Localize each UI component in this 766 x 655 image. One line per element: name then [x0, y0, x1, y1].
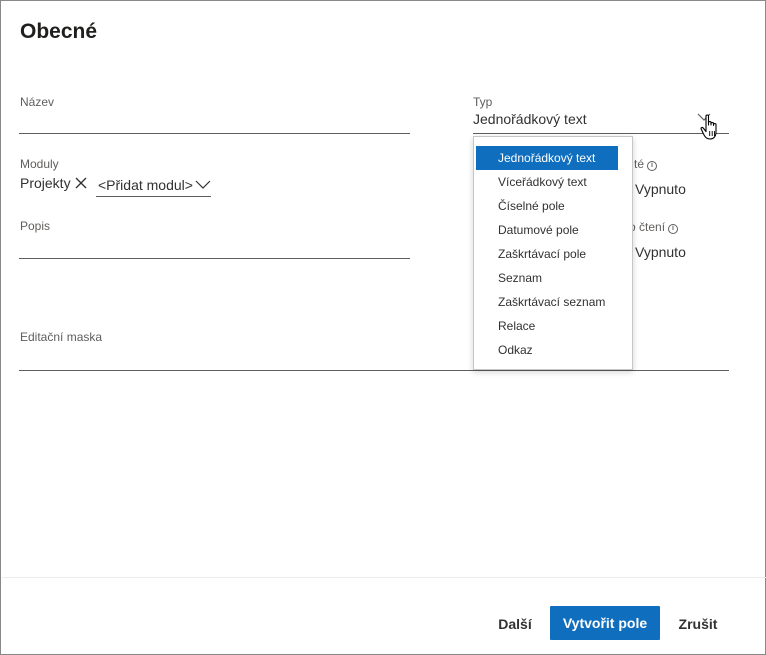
- info-icon[interactable]: i: [668, 224, 679, 234]
- type-select-value[interactable]: Jednořádkový text: [473, 111, 587, 127]
- edit-mask-input[interactable]: [19, 370, 729, 371]
- type-option-relation[interactable]: Relace: [474, 314, 618, 338]
- type-option-multi-line[interactable]: Víceřádkový text: [474, 170, 618, 194]
- name-input[interactable]: [19, 133, 410, 134]
- required-label-text: té: [634, 157, 645, 171]
- type-option-date[interactable]: Datumové pole: [474, 218, 618, 242]
- readonly-toggle-value[interactable]: Vypnuto: [635, 244, 686, 260]
- type-dropdown-list: Jednořádkový text Víceřádkový text Čísel…: [473, 136, 633, 370]
- dialog-title: Obecné: [20, 20, 98, 43]
- type-label: Typ: [473, 95, 493, 109]
- modules-label: Moduly: [20, 157, 59, 171]
- add-module-placeholder: <Přidat modul>: [98, 176, 193, 193]
- next-button[interactable]: Další: [485, 607, 545, 641]
- description-input[interactable]: [19, 258, 410, 259]
- required-label: té i: [634, 157, 658, 171]
- edit-mask-label: Editační maska: [20, 330, 103, 344]
- add-module-select[interactable]: <Přidat modul>: [96, 173, 211, 197]
- close-icon[interactable]: [74, 176, 88, 190]
- info-icon[interactable]: i: [647, 161, 658, 171]
- module-tag-projekty: Projekty: [20, 175, 88, 191]
- readonly-label-text: o čtení: [629, 220, 666, 234]
- footer-divider: [2, 577, 766, 578]
- type-option-link[interactable]: Odkaz: [474, 338, 618, 362]
- required-toggle-value[interactable]: Vypnuto: [635, 181, 686, 197]
- hand-pointer-icon: [700, 114, 717, 140]
- type-option-checkbox[interactable]: Zaškrtávací pole: [474, 242, 618, 266]
- create-field-dialog: Obecné Název Typ Jednořádkový text Modul…: [0, 0, 766, 655]
- type-option-number[interactable]: Číselné pole: [474, 194, 618, 218]
- type-option-list[interactable]: Seznam: [474, 266, 618, 290]
- type-option-single-line[interactable]: Jednořádkový text: [476, 146, 618, 170]
- cancel-button[interactable]: Zrušit: [668, 607, 728, 641]
- type-option-checkbox-list[interactable]: Zaškrtávací seznam: [474, 290, 618, 314]
- description-label: Popis: [20, 219, 51, 233]
- readonly-label: o čtení i: [629, 220, 679, 234]
- type-select[interactable]: [473, 133, 729, 134]
- chevron-down-icon: [195, 180, 211, 189]
- module-tag-label: Projekty: [20, 175, 71, 191]
- name-label: Název: [20, 95, 55, 109]
- create-field-button[interactable]: Vytvořit pole: [550, 606, 660, 640]
